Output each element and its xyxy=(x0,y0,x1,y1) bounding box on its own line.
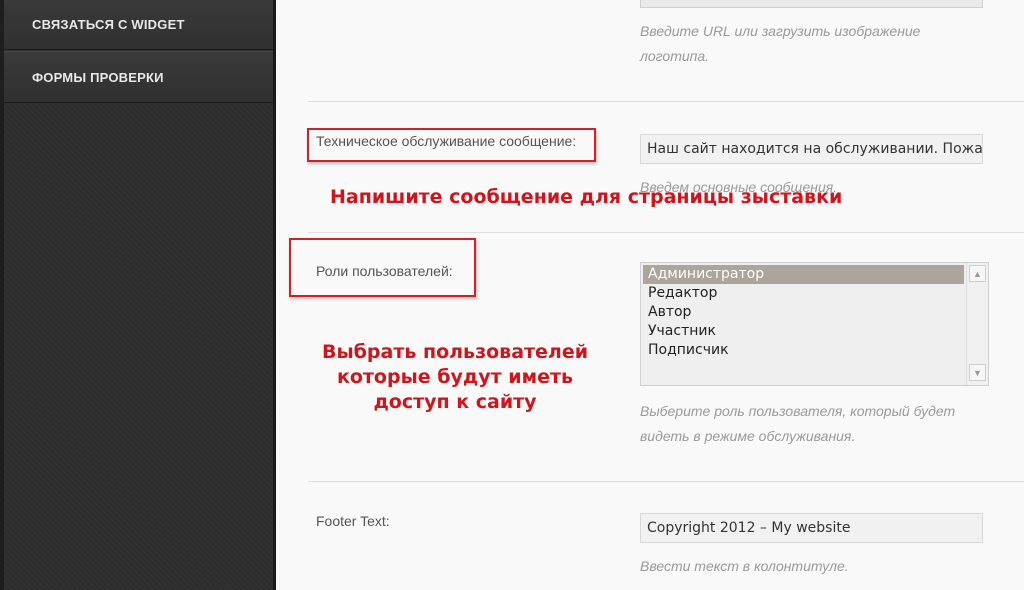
list-item[interactable]: Администратор xyxy=(643,265,964,284)
logo-url-input[interactable] xyxy=(640,0,983,8)
scroll-down-icon[interactable]: ▼ xyxy=(969,364,986,381)
annotation-box xyxy=(307,128,596,162)
maintenance-message-input[interactable]: Наш сайт находится на обслуживании. Пожа… xyxy=(640,134,983,164)
footer-text-hint: Ввести текст в колонтитуле. xyxy=(640,558,849,574)
sidebar-item-label: СВЯЗАТЬСЯ С WIDGET xyxy=(32,16,185,32)
list-item[interactable]: Автор xyxy=(643,303,964,322)
annotation-maintenance: Напишите сообщение для страницы зыставки xyxy=(330,186,843,208)
annotation-line: Выбрать пользователей xyxy=(321,341,589,363)
user-roles-listbox[interactable]: Администратор Редактор Автор Участник По… xyxy=(640,262,989,386)
list-item[interactable]: Участник xyxy=(643,322,964,341)
logo-hint: Введите URL или загрузить изображение ло… xyxy=(640,23,921,64)
annotation-line: доступ к сайту xyxy=(373,391,537,413)
listbox-scrollbar[interactable]: ▲ ▼ xyxy=(966,263,988,385)
divider xyxy=(308,232,1024,233)
annotation-user-roles: Выбрать пользователей которые будут имет… xyxy=(300,340,610,415)
sidebar-item-contact-widget[interactable]: СВЯЗАТЬСЯ С WIDGET xyxy=(4,0,273,50)
list-item[interactable]: Подписчик xyxy=(643,341,964,360)
footer-text-label: Footer Text: xyxy=(316,513,390,529)
footer-text-value: Copyright 2012 – My website xyxy=(647,520,851,536)
annotation-box xyxy=(289,238,476,297)
sidebar-item-verification-forms[interactable]: ФОРМЫ ПРОВЕРКИ xyxy=(4,51,273,103)
footer-text-input[interactable]: Copyright 2012 – My website xyxy=(640,513,983,543)
scroll-up-icon[interactable]: ▲ xyxy=(969,265,986,282)
user-roles-hint: Выберите роль пользователя, который буде… xyxy=(640,403,956,444)
divider xyxy=(308,101,1024,102)
sidebar-item-label: ФОРМЫ ПРОВЕРКИ xyxy=(32,69,164,85)
divider xyxy=(308,481,1024,482)
list-item[interactable]: Редактор xyxy=(643,284,964,303)
maintenance-message-value: Наш сайт находится на обслуживании. Пожа… xyxy=(647,141,983,157)
annotation-line: которые будут иметь xyxy=(336,366,574,388)
